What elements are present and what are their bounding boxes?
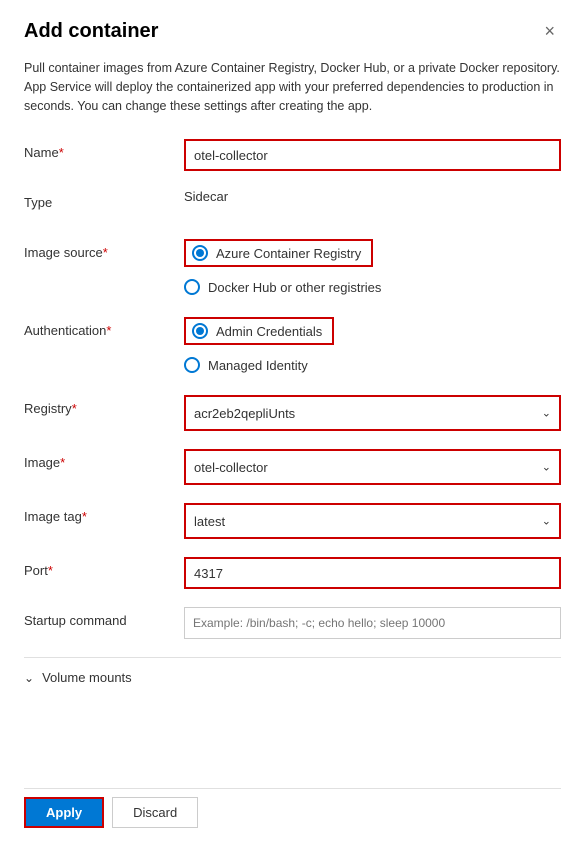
image-select[interactable]: otel-collector [186, 451, 559, 483]
radio-dockerhub-outer [184, 279, 200, 295]
authentication-row: Authentication* Admin Credentials [24, 317, 561, 377]
authentication-label: Authentication* [24, 317, 184, 338]
registry-control: acr2eb2qepliUnts ⌄ [184, 395, 561, 431]
image-source-option2[interactable]: Docker Hub or other registries [184, 275, 561, 299]
volume-mounts-row[interactable]: ⌄ Volume mounts [24, 670, 561, 685]
image-select-wrapper: otel-collector ⌄ [184, 449, 561, 485]
divider [24, 657, 561, 658]
startup-row: Startup command [24, 607, 561, 639]
authentication-option2-label: Managed Identity [208, 358, 308, 373]
close-button[interactable]: × [538, 20, 561, 42]
port-input[interactable] [184, 557, 561, 589]
authentication-option1[interactable]: Admin Credentials [184, 317, 561, 345]
image-tag-control: latest ⌄ [184, 503, 561, 539]
description-text: Pull container images from Azure Contain… [24, 59, 561, 115]
dialog-title: Add container [24, 20, 158, 43]
type-row: Type Sidecar [24, 189, 561, 221]
radio-admin-inner [196, 327, 204, 335]
radio-admin-outer [192, 323, 208, 339]
type-label: Type [24, 189, 184, 210]
authentication-radio-group: Admin Credentials Managed Identity [184, 317, 561, 377]
image-source-radio-group: Azure Container Registry Docker Hub or o… [184, 239, 561, 299]
port-label: Port* [24, 557, 184, 578]
image-source-option2-label: Docker Hub or other registries [208, 280, 381, 295]
image-source-label: Image source* [24, 239, 184, 260]
name-row: Name* [24, 139, 561, 171]
name-label: Name* [24, 139, 184, 160]
name-input[interactable] [184, 139, 561, 171]
image-control: otel-collector ⌄ [184, 449, 561, 485]
image-tag-label: Image tag* [24, 503, 184, 524]
image-source-option1-label: Azure Container Registry [216, 246, 361, 261]
discard-button[interactable]: Discard [112, 797, 198, 828]
startup-label: Startup command [24, 607, 184, 628]
image-row: Image* otel-collector ⌄ [24, 449, 561, 485]
authentication-control: Admin Credentials Managed Identity [184, 317, 561, 377]
radio-acr-inner [196, 249, 204, 257]
form-body: Name* Type Sidecar Image source* [24, 139, 561, 780]
startup-control [184, 607, 561, 639]
registry-select[interactable]: acr2eb2qepliUnts [186, 397, 559, 429]
volume-mounts-label: Volume mounts [42, 670, 132, 685]
authentication-option2[interactable]: Managed Identity [184, 353, 561, 377]
image-source-option1[interactable]: Azure Container Registry [184, 239, 561, 267]
port-control [184, 557, 561, 589]
registry-row: Registry* acr2eb2qepliUnts ⌄ [24, 395, 561, 431]
image-tag-row: Image tag* latest ⌄ [24, 503, 561, 539]
dialog-header: Add container × [24, 20, 561, 43]
image-tag-select-wrapper: latest ⌄ [184, 503, 561, 539]
type-value: Sidecar [184, 183, 228, 204]
type-control: Sidecar [184, 189, 561, 204]
name-control [184, 139, 561, 171]
authentication-option1-label: Admin Credentials [216, 324, 322, 339]
image-source-control: Azure Container Registry Docker Hub or o… [184, 239, 561, 299]
image-tag-select[interactable]: latest [186, 505, 559, 537]
image-label: Image* [24, 449, 184, 470]
volume-mounts-chevron-icon: ⌄ [24, 671, 34, 685]
image-source-row: Image source* Azure Container Registry [24, 239, 561, 299]
dialog-footer: Apply Discard [24, 788, 561, 828]
radio-managed-outer [184, 357, 200, 373]
port-row: Port* [24, 557, 561, 589]
startup-input[interactable] [184, 607, 561, 639]
add-container-dialog: Add container × Pull container images fr… [0, 0, 585, 852]
registry-select-wrapper: acr2eb2qepliUnts ⌄ [184, 395, 561, 431]
apply-button[interactable]: Apply [24, 797, 104, 828]
registry-label: Registry* [24, 395, 184, 416]
radio-acr-outer [192, 245, 208, 261]
